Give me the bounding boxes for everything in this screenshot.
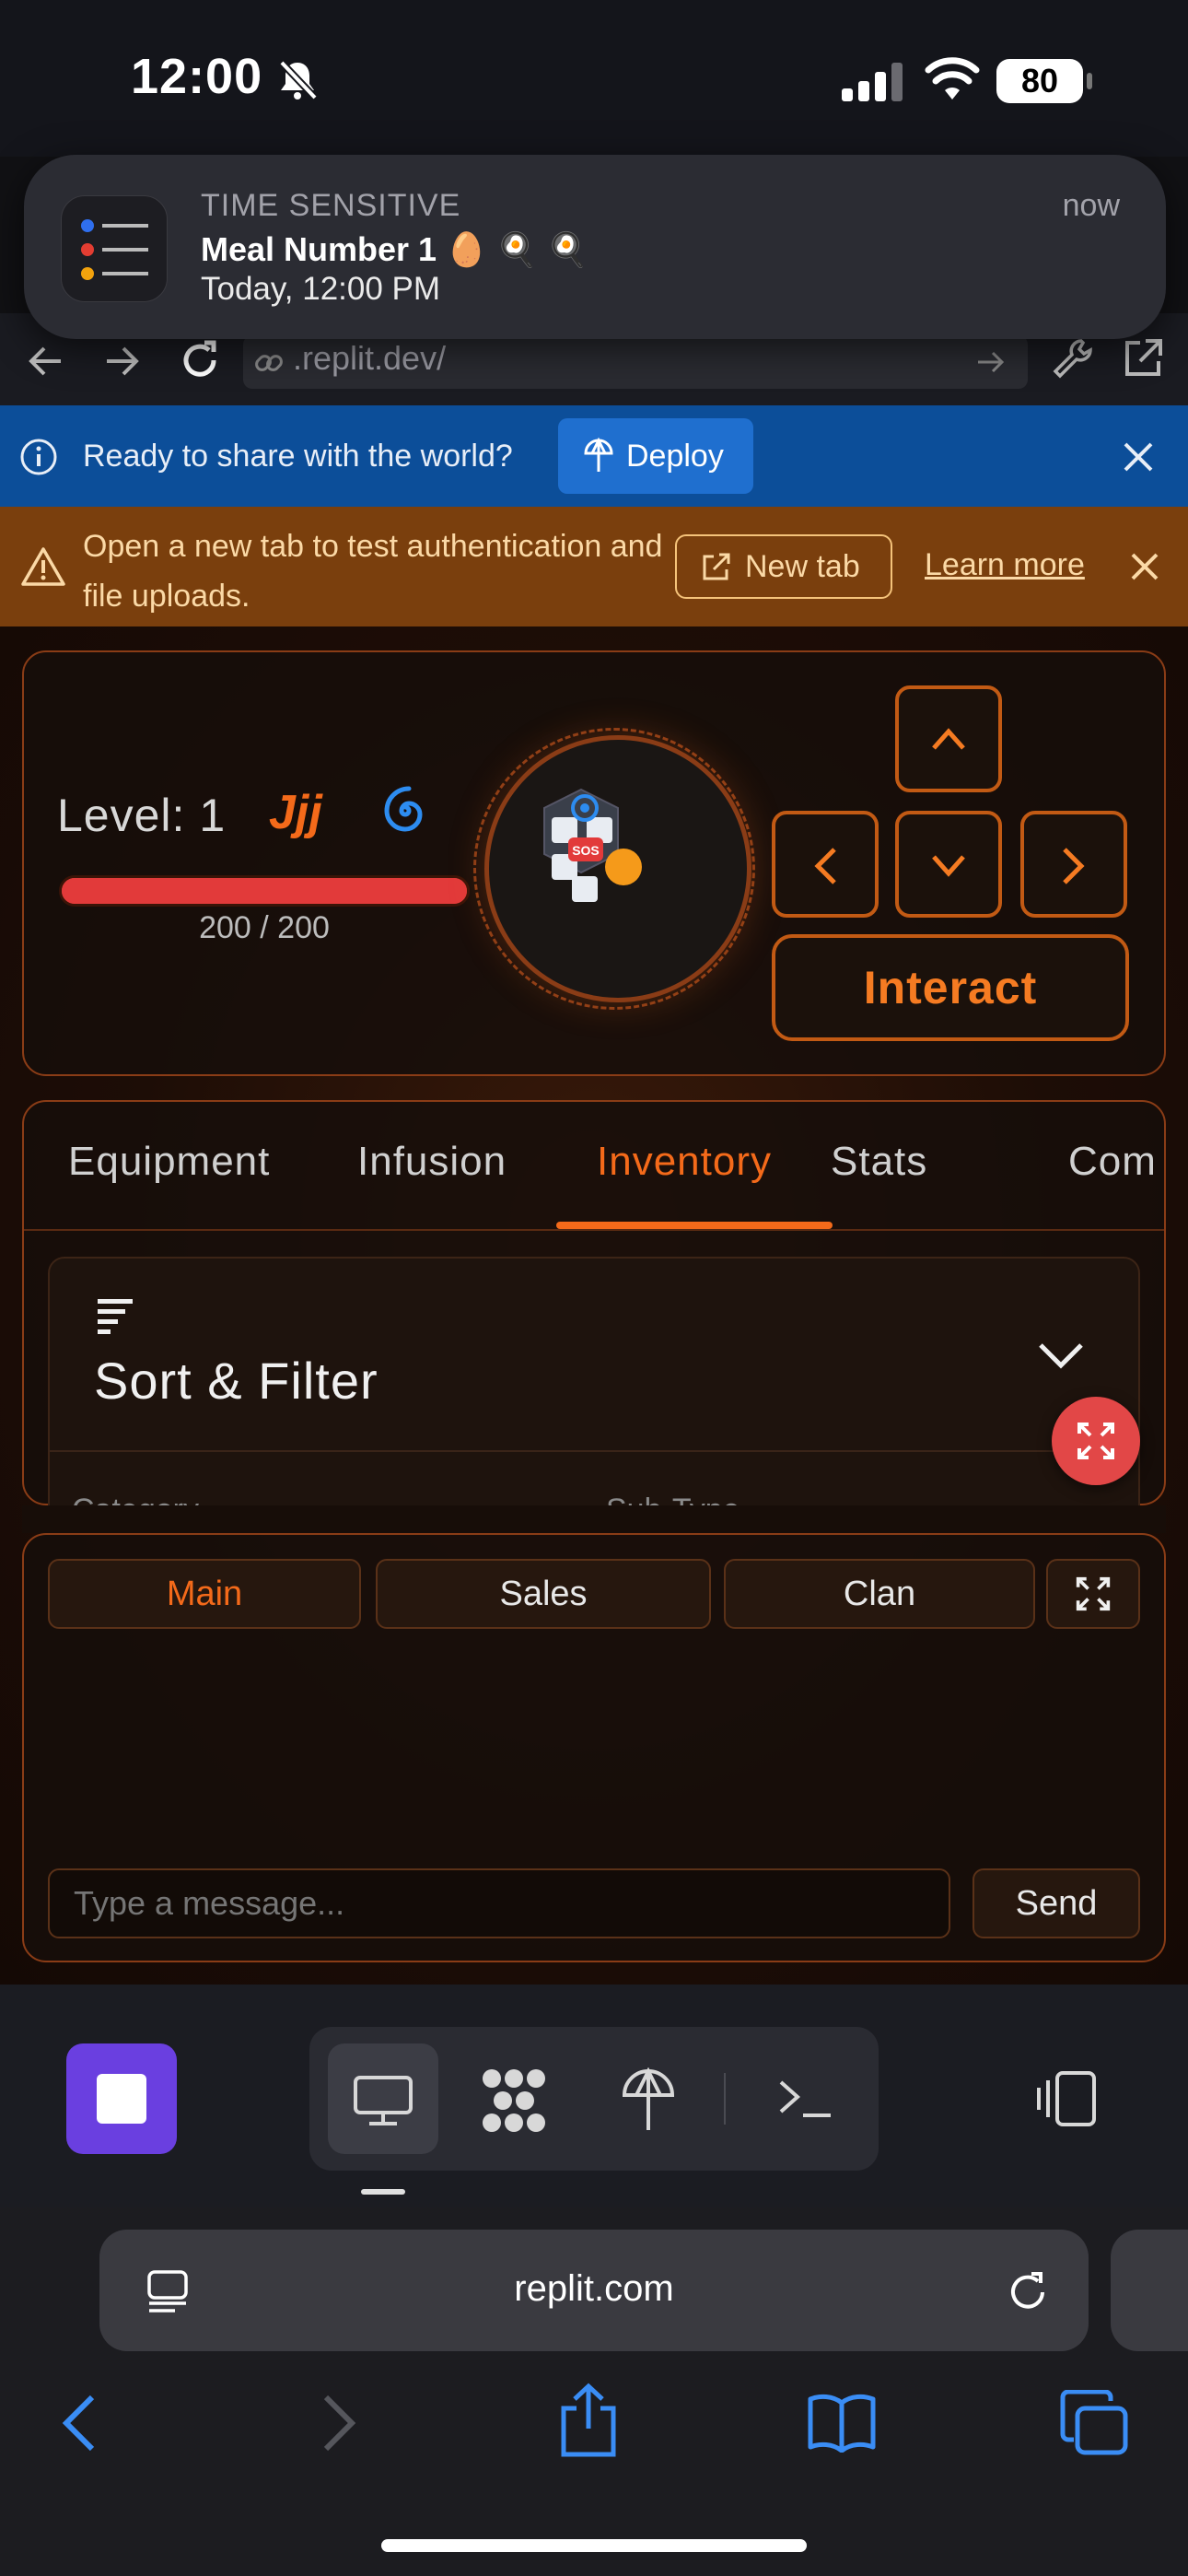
player-emblem[interactable]: SOS [484, 735, 751, 1002]
notification-title: Meal Number 1 🥚 🍳 🍳 [201, 230, 588, 268]
home-indicator [381, 2539, 807, 2552]
device-split-icon[interactable] [1033, 2069, 1100, 2128]
back-arrow-icon[interactable] [26, 341, 66, 381]
notification-subtitle: Today, 12:00 PM [201, 271, 441, 307]
health-bar [59, 875, 470, 907]
status-time: 12:00 [131, 49, 263, 104]
external-link-icon [703, 553, 730, 580]
clan-tag: Jjj [269, 786, 322, 839]
chevron-right-icon [1063, 848, 1085, 884]
bell-slash-icon [279, 60, 318, 100]
chevron-down-icon [932, 855, 965, 877]
close-icon[interactable] [1122, 440, 1155, 474]
battery-indicator: 80 [996, 59, 1092, 103]
cellular-signal-icon [842, 63, 903, 101]
warning-text: Open a new tab to test authentication an… [83, 529, 663, 614]
active-tab-indicator [556, 1222, 833, 1229]
address-bar-url: .replit.dev/ [293, 339, 447, 377]
active-view-indicator [361, 2189, 405, 2195]
deploy-banner-text: Ready to share with the world? [83, 439, 513, 474]
tab-inventory[interactable]: Inventory [597, 1139, 772, 1185]
clan-emblem-icon: SOS [543, 788, 642, 902]
notification-tag: TIME SENSITIVE [201, 188, 461, 223]
tab-infusion[interactable]: Infusion [357, 1139, 507, 1185]
message-input[interactable] [48, 1868, 950, 1938]
chat-tab-clan[interactable]: Clan [724, 1559, 1035, 1629]
dpad-down-button[interactable] [895, 811, 1002, 918]
monitor-icon [354, 2076, 413, 2125]
open-external-icon[interactable] [1120, 335, 1166, 381]
tabs-divider [24, 1229, 1164, 1231]
notification-banner[interactable]: TIME SENSITIVE Meal Number 1 🥚 🍳 🍳 Today… [24, 155, 1166, 339]
forward-chevron-icon [323, 2395, 356, 2452]
terminal-icon[interactable] [775, 2073, 834, 2125]
go-arrow-icon[interactable] [974, 345, 1009, 380]
reload-icon[interactable] [1004, 2268, 1052, 2316]
new-tab-label: New tab [745, 549, 860, 584]
deploy-button[interactable]: Deploy [558, 418, 753, 494]
spiral-icon [384, 786, 423, 832]
emblem-badge-text: SOS [572, 843, 600, 858]
expand-arrows-icon [1076, 1576, 1111, 1611]
chevron-left-icon [814, 848, 836, 884]
player-level: Level: 1 [57, 790, 227, 841]
tabs-overview-icon[interactable] [1059, 2390, 1129, 2456]
safari-domain: replit.com [514, 2268, 674, 2309]
forward-arrow-icon[interactable] [101, 341, 142, 381]
health-bar-fill [62, 878, 467, 904]
tab-equipment[interactable]: Equipment [68, 1139, 270, 1185]
interact-button[interactable]: Interact [772, 934, 1129, 1041]
switcher-divider [724, 2073, 726, 2125]
dpad-left-button[interactable] [772, 811, 879, 918]
webview-tab[interactable] [328, 2043, 438, 2154]
info-icon [20, 439, 57, 475]
dpad-up-button[interactable] [895, 685, 1002, 792]
reload-icon[interactable] [177, 337, 223, 383]
chat-expand-button[interactable] [1046, 1559, 1140, 1629]
dpad-right-button[interactable] [1020, 811, 1127, 918]
warning-icon [21, 547, 65, 586]
tab-stats[interactable]: Stats [831, 1139, 927, 1185]
deploy-icon[interactable] [619, 2067, 678, 2134]
wifi-icon [925, 57, 980, 100]
tab-com[interactable]: Com [1068, 1139, 1164, 1185]
workflow-icon[interactable] [479, 2067, 549, 2134]
bookmarks-book-icon[interactable] [807, 2394, 877, 2453]
link-icon [255, 355, 283, 371]
chevron-down-icon[interactable] [1037, 1341, 1085, 1371]
chat-tab-sales[interactable]: Sales [376, 1559, 711, 1629]
share-icon[interactable] [558, 2383, 619, 2458]
reminders-app-icon [61, 195, 168, 302]
expand-fab-button[interactable] [1052, 1397, 1140, 1485]
back-chevron-icon[interactable] [61, 2394, 98, 2453]
notification-time: now [1062, 188, 1120, 223]
panel-gap [22, 1505, 1166, 1533]
stop-button[interactable] [66, 2043, 177, 2154]
expand-arrows-icon [1077, 1423, 1114, 1459]
chevron-up-icon [932, 728, 965, 750]
sort-lines-icon [98, 1299, 133, 1334]
chat-tab-main[interactable]: Main [48, 1559, 361, 1629]
close-icon[interactable] [1129, 551, 1160, 582]
deploy-button-label: Deploy [626, 439, 724, 474]
new-tab-button[interactable]: New tab [675, 534, 892, 599]
health-value: 200 / 200 [199, 910, 330, 945]
deploy-icon [584, 437, 613, 472]
sort-filter-divider [48, 1450, 1140, 1452]
send-button[interactable]: Send [973, 1868, 1140, 1938]
learn-more-link[interactable]: Learn more [925, 547, 1085, 583]
wrench-icon[interactable] [1050, 335, 1096, 381]
safari-next-tab[interactable] [1111, 2230, 1188, 2351]
sort-filter-title: Sort & Filter [94, 1352, 379, 1410]
